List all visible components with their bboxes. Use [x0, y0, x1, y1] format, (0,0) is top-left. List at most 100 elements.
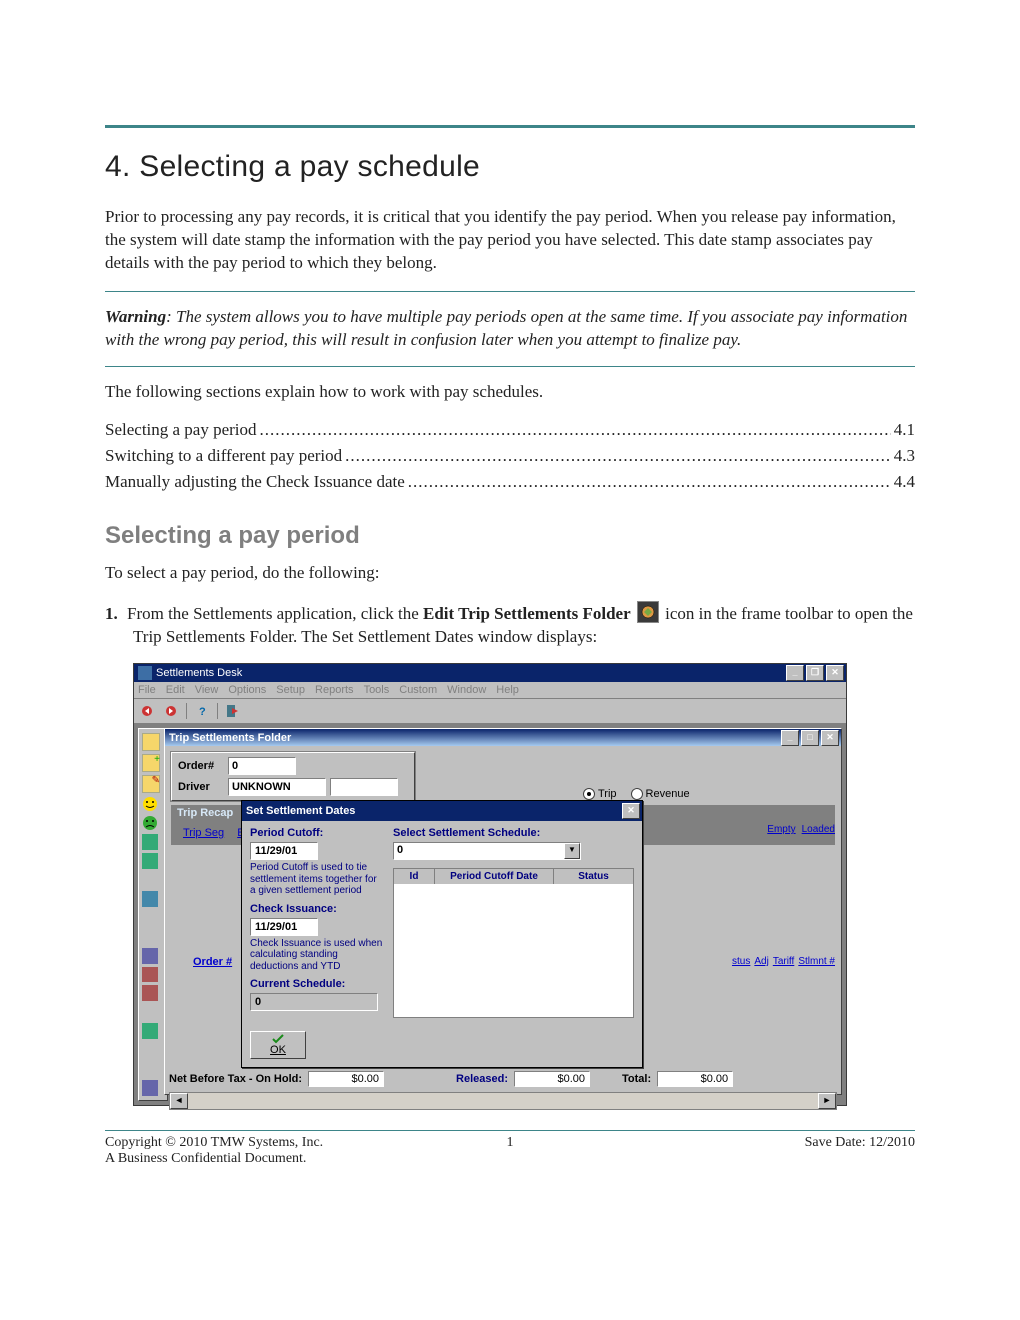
net-before-tax-label: Net Before Tax - On Hold:: [169, 1073, 302, 1085]
check-icon: [271, 1034, 285, 1044]
order-input[interactable]: [228, 757, 296, 775]
horizontal-scrollbar[interactable]: ◄ ►: [169, 1092, 837, 1110]
svg-text:?: ?: [199, 706, 206, 717]
side-icon[interactable]: [142, 948, 158, 964]
top-rule: [105, 125, 915, 128]
check-issuance-input[interactable]: 11/29/01: [250, 918, 318, 936]
help-icon[interactable]: ?: [193, 702, 211, 720]
minimize-button[interactable]: _: [781, 730, 799, 746]
side-icon[interactable]: [142, 967, 158, 983]
hdr-loaded: Loaded: [802, 824, 835, 835]
menu-reports[interactable]: Reports: [315, 684, 354, 696]
menu-view[interactable]: View: [195, 684, 219, 696]
section-lead: To select a pay period, do the following…: [105, 562, 915, 585]
driver-extra-input[interactable]: [330, 778, 398, 796]
toc-row[interactable]: Selecting a pay period 4.1: [105, 420, 915, 440]
menu-file[interactable]: File: [138, 684, 156, 696]
side-icon[interactable]: [142, 834, 158, 850]
radio-trip[interactable]: Trip: [583, 788, 617, 800]
radio-revenue[interactable]: Revenue: [631, 788, 690, 800]
menu-help[interactable]: Help: [496, 684, 519, 696]
side-icon[interactable]: [142, 872, 158, 888]
order-link[interactable]: Order #: [193, 956, 232, 968]
released-value: $0.00: [514, 1071, 590, 1087]
ok-label: OK: [270, 1044, 286, 1056]
minimize-button[interactable]: _: [786, 665, 804, 681]
dialog-title: Set Settlement Dates: [246, 805, 622, 817]
released-label: Released:: [456, 1073, 508, 1085]
scroll-track[interactable]: [188, 1093, 818, 1109]
page-number: 1: [490, 1135, 530, 1167]
hdr-empty: Empty: [767, 824, 795, 835]
toc-label: Switching to a different pay period: [105, 446, 342, 466]
app-window: Settlements Desk _ ❐ ✕ File Edit View Op…: [133, 663, 847, 1106]
maximize-button[interactable]: □: [801, 730, 819, 746]
toc-row[interactable]: Manually adjusting the Check Issuance da…: [105, 472, 915, 492]
tab-trip-seg[interactable]: Trip Seg: [175, 825, 232, 841]
period-cutoff-help: Period Cutoff is used to tie settlement …: [250, 862, 385, 897]
dialog-left: Period Cutoff: 11/29/01 Period Cutoff is…: [250, 827, 385, 1059]
schedule-combo[interactable]: 0 ▼: [393, 842, 581, 860]
window-buttons: _ ❐ ✕: [786, 665, 844, 681]
side-icon[interactable]: [142, 1061, 158, 1077]
smiley-icon[interactable]: [142, 796, 158, 812]
footer-confidential: A Business Confidential Document.: [105, 1151, 490, 1167]
side-icon[interactable]: [142, 891, 158, 907]
order-fieldset: Order# Driver: [171, 752, 415, 801]
back-icon[interactable]: [138, 702, 156, 720]
current-schedule-label: Current Schedule:: [250, 978, 385, 990]
side-icon[interactable]: [142, 1080, 158, 1096]
side-icon[interactable]: [142, 1004, 158, 1020]
scroll-right-icon[interactable]: ►: [818, 1093, 836, 1109]
forward-icon[interactable]: [162, 702, 180, 720]
menu-window[interactable]: Window: [447, 684, 486, 696]
side-icon[interactable]: [142, 1042, 158, 1058]
schedule-grid[interactable]: Id Period Cutoff Date Status: [393, 868, 634, 1018]
toc-row[interactable]: Switching to a different pay period 4.3: [105, 446, 915, 466]
menu-setup[interactable]: Setup: [276, 684, 305, 696]
section-title: Selecting a pay period: [105, 522, 915, 550]
restore-button[interactable]: ❐: [806, 665, 824, 681]
side-icon[interactable]: [142, 929, 158, 945]
menu-tools[interactable]: Tools: [364, 684, 390, 696]
side-icon[interactable]: [142, 1023, 158, 1039]
separator-rule-1: [105, 291, 915, 292]
page-footer: Copyright © 2010 TMW Systems, Inc. A Bus…: [105, 1135, 915, 1167]
right-headers: Empty Loaded: [767, 824, 835, 835]
status-bar: Net Before Tax - On Hold: $0.00 Released…: [169, 1068, 837, 1090]
side-icon[interactable]: ✎: [142, 775, 160, 793]
col-status: Status: [554, 869, 633, 884]
side-icon[interactable]: [142, 910, 158, 926]
period-cutoff-input[interactable]: 11/29/01: [250, 842, 318, 860]
side-icon[interactable]: [142, 853, 158, 869]
chevron-down-icon[interactable]: ▼: [564, 843, 580, 859]
lead-out: The following sections explain how to wo…: [105, 381, 915, 404]
toc-page: 4.4: [894, 472, 915, 492]
driver-input[interactable]: [228, 778, 326, 796]
dialog-close-button[interactable]: ✕: [622, 803, 640, 819]
side-icon[interactable]: +: [142, 754, 160, 772]
exit-icon[interactable]: [224, 702, 242, 720]
select-schedule-label: Select Settlement Schedule:: [393, 827, 634, 839]
side-icon[interactable]: [142, 733, 160, 751]
toolbar-separator: [217, 703, 218, 719]
hdr-adj: Adj: [754, 956, 768, 967]
hdr-tariff: Tariff: [773, 956, 795, 967]
menubar: File Edit View Options Setup Reports Too…: [134, 682, 846, 699]
col-period-cutoff: Period Cutoff Date: [435, 869, 554, 884]
sad-icon[interactable]: [142, 815, 158, 831]
side-icon[interactable]: [142, 985, 158, 1001]
menu-options[interactable]: Options: [228, 684, 266, 696]
step-number: 1.: [105, 602, 127, 626]
close-button[interactable]: ✕: [826, 665, 844, 681]
right-headers-2: stus Adj Tariff Stlmnt #: [732, 956, 835, 967]
ok-button[interactable]: OK: [250, 1031, 306, 1059]
menu-edit[interactable]: Edit: [166, 684, 185, 696]
scroll-left-icon[interactable]: ◄: [170, 1093, 188, 1109]
menu-custom[interactable]: Custom: [399, 684, 437, 696]
toc-dots: [408, 472, 891, 492]
mdi-area: + ✎: [134, 724, 846, 1105]
tab-trip-recap[interactable]: Trip Recap: [171, 805, 239, 821]
close-button[interactable]: ✕: [821, 730, 839, 746]
titlebar: Settlements Desk _ ❐ ✕: [134, 664, 846, 682]
